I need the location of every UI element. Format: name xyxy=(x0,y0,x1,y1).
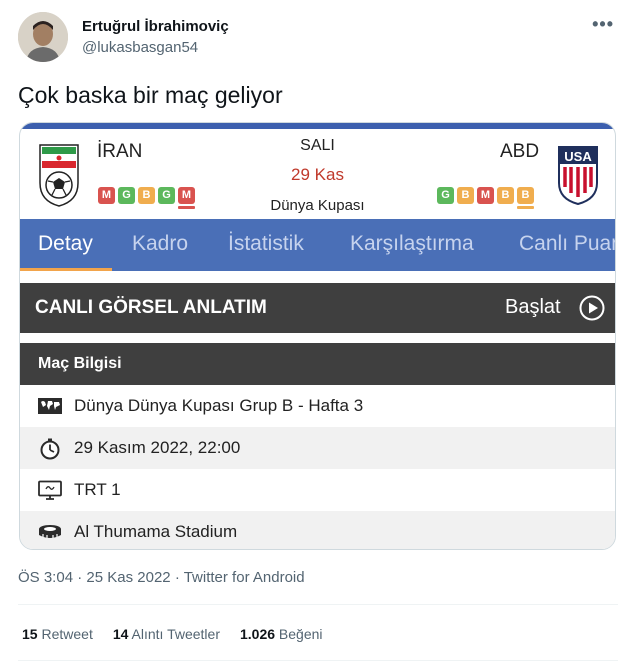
active-tab-indicator xyxy=(20,268,112,271)
away-form-badges: G B M B B xyxy=(437,187,534,209)
stadium-name: Al Thumama Stadium xyxy=(74,522,238,541)
stopwatch-icon xyxy=(37,438,63,460)
form-badge: M xyxy=(477,187,494,204)
svg-text:USA: USA xyxy=(564,149,592,164)
more-options-icon[interactable]: ••• xyxy=(592,14,614,35)
play-icon[interactable] xyxy=(579,295,605,321)
divider xyxy=(18,660,618,661)
world-map-icon xyxy=(37,396,63,416)
card-top-bar xyxy=(20,123,615,129)
competition-detail: Dünya Dünya Kupası Grup B - Hafta 3 xyxy=(74,396,364,415)
quote-label: Alıntı Tweetler xyxy=(131,626,220,642)
retweet-count: 15 xyxy=(22,626,38,642)
broadcaster: TRT 1 xyxy=(74,480,121,499)
home-form-badges: M G B G M xyxy=(98,187,195,209)
match-date: 29 Kas xyxy=(291,165,344,184)
form-badge: G xyxy=(437,187,454,204)
tweet-date[interactable]: 25 Kas 2022 xyxy=(86,569,170,586)
quote-stat[interactable]: 14 Alıntı Tweetler xyxy=(113,626,220,642)
tweet-time[interactable]: ÖS 3:04 xyxy=(18,569,73,586)
avatar[interactable] xyxy=(18,12,68,62)
meta-separator: · xyxy=(77,569,83,586)
form-badge: B xyxy=(457,187,474,204)
usa-crest-icon: USA xyxy=(557,145,599,206)
form-badge-latest: M xyxy=(178,187,195,209)
match-card[interactable]: İRAN SALI 29 Kas Dünya Kupası ABD USA M … xyxy=(19,122,616,550)
like-stat[interactable]: 1.026 Beğeni xyxy=(240,626,323,642)
match-datetime: 29 Kasım 2022, 22:00 xyxy=(74,438,241,457)
author-handle[interactable]: @lukasbasgan54 xyxy=(82,39,198,56)
tweet-stats: 15 Retweet 14 Alıntı Tweetler 1.026 Beğe… xyxy=(22,626,323,642)
info-row-stadium: Al Thumama Stadium xyxy=(20,511,615,549)
info-row-competition: Dünya Dünya Kupası Grup B - Hafta 3 xyxy=(20,385,615,427)
match-info-title: Maç Bilgisi xyxy=(38,355,122,372)
like-count: 1.026 xyxy=(239,626,276,642)
tab-canli-puan[interactable]: Canlı Puan xyxy=(519,232,615,256)
form-badge: B xyxy=(138,187,155,204)
tweet-meta: ÖS 3:04 · 25 Kas 2022 · Twitter for Andr… xyxy=(18,569,305,586)
form-badge-latest: B xyxy=(517,187,534,209)
quote-count: 14 xyxy=(112,626,129,642)
match-tabs: Detay Kadro İstatistik Karşılaştırma Can… xyxy=(20,219,615,271)
info-row-broadcaster: TRT 1 xyxy=(20,469,615,511)
stadium-icon xyxy=(37,522,63,542)
start-button[interactable]: Başlat xyxy=(505,296,561,319)
divider xyxy=(18,604,618,605)
tab-kadro[interactable]: Kadro xyxy=(132,232,188,256)
away-team-name[interactable]: ABD xyxy=(500,141,539,163)
like-label: Beğeni xyxy=(278,626,323,642)
meta-separator: · xyxy=(174,569,180,586)
retweet-label: Retweet xyxy=(41,626,93,642)
tv-icon xyxy=(37,480,63,500)
tab-istatistik[interactable]: İstatistik xyxy=(228,232,304,256)
tweet-header: Ertuğrul İbrahimoviç @lukasbasgan54 ••• xyxy=(18,12,618,64)
match-info-header: Maç Bilgisi xyxy=(20,343,615,385)
form-badge: G xyxy=(158,187,175,204)
tweet-text: Çok baska bir maç geliyor xyxy=(18,82,283,108)
live-commentary-bar: CANLI GÖRSEL ANLATIM Başlat xyxy=(20,283,615,333)
retweet-stat[interactable]: 15 Retweet xyxy=(22,626,93,642)
author-display-name[interactable]: Ertuğrul İbrahimoviç xyxy=(82,18,229,35)
tweet-client[interactable]: Twitter for Android xyxy=(184,569,305,586)
tab-detay[interactable]: Detay xyxy=(38,232,93,256)
info-row-datetime: 29 Kasım 2022, 22:00 xyxy=(20,427,615,469)
form-badge: G xyxy=(118,187,135,204)
live-commentary-title: CANLI GÖRSEL ANLATIM xyxy=(35,297,267,318)
form-badge: M xyxy=(98,187,115,204)
tab-karsilastirma[interactable]: Karşılaştırma xyxy=(350,232,474,256)
form-badge: B xyxy=(497,187,514,204)
